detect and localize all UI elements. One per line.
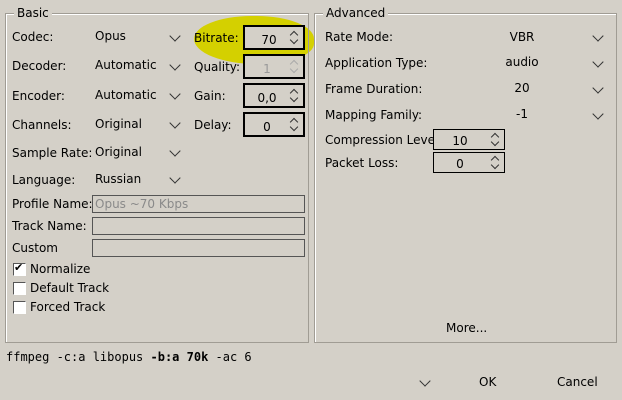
application-type-dropdown[interactable]: audio [482,55,562,69]
gain-label: Gain: [194,89,226,103]
basic-group-title: Basic [14,6,52,20]
quality-spinbox[interactable]: 1 [243,54,305,79]
codec-dropdown[interactable]: Opus [95,29,126,43]
delay-label: Delay: [194,118,232,132]
compression-level-spinbox[interactable]: 10 [433,129,505,150]
normalize-label: Normalize [30,262,91,276]
spin-down-icon[interactable] [490,160,500,170]
encoder-label: Encoder: [12,89,65,103]
spin-down-icon[interactable] [289,35,299,45]
mapping-family-label: Mapping Family: [325,108,423,122]
ok-button[interactable]: OK [479,375,496,389]
advanced-group-title: Advanced [323,6,389,20]
forced-track-label: Forced Track [30,300,106,314]
default-track-checkbox[interactable] [13,282,26,295]
decoder-label: Decoder: [12,59,67,73]
rate-mode-dropdown[interactable]: VBR [482,30,562,44]
sample-rate-dropdown[interactable]: Original [95,145,142,159]
custom-label: Custom [12,241,58,255]
compression-level-label: Compression Level: [325,133,443,147]
application-type-label: Application Type: [325,56,428,70]
bitrate-label: Bitrate: [194,31,239,45]
checkmark-icon: ✔ [14,261,24,274]
rate-mode-label: Rate Mode: [325,30,394,44]
language-label: Language: [12,173,76,187]
command-suffix: -ac 6 [208,350,252,364]
channels-dropdown[interactable]: Original [95,117,142,131]
decoder-dropdown[interactable]: Automatic [95,58,157,72]
delay-spinbox[interactable]: 0 [243,112,305,137]
custom-input[interactable] [92,239,305,257]
quality-label: Quality: [194,60,241,74]
bitrate-spinbox[interactable]: 70 [243,25,305,50]
default-track-label: Default Track [30,281,110,295]
encoder-dropdown[interactable]: Automatic [95,88,157,102]
command-prefix: ffmpeg -c:a libopus [6,350,151,364]
profile-name-input[interactable]: Opus ~70 Kbps [92,195,305,213]
packet-loss-spinbox[interactable]: 0 [433,152,505,173]
codec-label: Codec: [12,30,54,44]
more-button[interactable]: More... [446,321,487,335]
channels-label: Channels: [12,118,72,132]
spin-down-icon[interactable] [289,122,299,132]
normalize-checkbox[interactable]: ✔ [13,261,26,276]
frame-duration-dropdown[interactable]: 20 [482,81,562,95]
gain-spinbox[interactable]: 0,0 [243,83,305,108]
track-name-label: Track Name: [12,219,87,233]
profile-name-label: Profile Name: [12,197,93,211]
language-dropdown[interactable]: Russian [95,172,141,186]
frame-duration-label: Frame Duration: [325,82,423,96]
command-bitrate: -b:a 70k [150,350,209,364]
sample-rate-label: Sample Rate: [12,146,93,160]
cancel-button[interactable]: Cancel [557,375,598,389]
mapping-family-dropdown[interactable]: -1 [482,107,562,121]
spin-down-icon[interactable] [490,137,500,147]
packet-loss-label: Packet Loss: [325,156,399,170]
chevron-down-icon[interactable] [419,375,431,387]
spin-down-icon[interactable] [289,64,299,74]
forced-track-checkbox[interactable] [13,301,26,314]
spin-down-icon[interactable] [289,93,299,103]
track-name-input[interactable] [92,217,305,235]
command-preview: ffmpeg -c:a libopus -b:a 70k -ac 6 [6,350,252,364]
